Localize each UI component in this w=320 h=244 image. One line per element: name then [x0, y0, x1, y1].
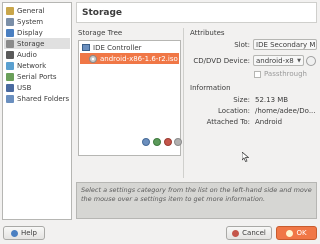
slot-select[interactable]: IDE Secondary M: [253, 39, 317, 50]
controller-icon: [82, 44, 90, 51]
help-icon: [11, 229, 19, 237]
add-attachment-icon[interactable]: [153, 138, 161, 146]
controller-label: IDE Controller: [93, 43, 142, 52]
slot-label: Slot:: [234, 41, 250, 49]
ok-button[interactable]: OK: [276, 226, 317, 240]
system-icon: [6, 17, 14, 26]
display-icon: [6, 28, 14, 37]
location-label: Location:: [218, 107, 250, 115]
ok-button-label: OK: [296, 229, 307, 237]
mouse-cursor-icon: [242, 152, 249, 162]
information-label: Information: [190, 84, 231, 92]
info-hint-text: Select a settings category from the list…: [81, 186, 312, 203]
location-value: /home/adee/Do...: [255, 107, 316, 115]
sidebar-item-label: Serial Ports: [17, 72, 57, 81]
sidebar-item-storage[interactable]: Storage: [4, 38, 70, 49]
sidebar-item-general[interactable]: General: [4, 5, 70, 16]
info-hint-box: Select a settings category from the list…: [76, 182, 317, 219]
sidebar-item-label: Shared Folders: [17, 94, 70, 103]
help-button[interactable]: Help: [3, 226, 45, 240]
cancel-icon: [232, 229, 240, 237]
help-button-label: Help: [21, 229, 37, 237]
choose-disk-icon[interactable]: [306, 56, 316, 66]
cd-dvd-device-value: android-x8: [256, 56, 294, 65]
serial-ports-icon: [6, 72, 14, 81]
optical-disc-icon: [89, 54, 97, 63]
attributes-label: Attributes: [190, 29, 225, 37]
page-title: Storage: [82, 7, 123, 18]
panel-divider: [183, 28, 184, 178]
usb-icon: [6, 83, 14, 92]
sidebar-item-label: USB: [17, 83, 32, 92]
tree-item-iso-attachment[interactable]: android-x86-1.6-r2.iso: [80, 53, 179, 64]
sidebar-item-usb[interactable]: USB: [4, 82, 70, 93]
settings-sidebar: General System Display Storage Audio Net…: [2, 2, 72, 220]
tree-item-ide-controller[interactable]: IDE Controller: [82, 42, 142, 53]
page-header: Storage: [76, 2, 317, 23]
storage-icon: [6, 39, 14, 48]
network-icon: [6, 61, 14, 70]
add-controller-icon[interactable]: [142, 138, 150, 146]
attachment-label: android-x86-1.6-r2.iso: [100, 54, 178, 63]
size-label: Size:: [233, 96, 250, 104]
cancel-button[interactable]: Cancel: [226, 226, 272, 240]
size-value: 52.13 MB: [255, 96, 289, 104]
storage-tree-label: Storage Tree: [78, 29, 123, 37]
slot-value: IDE Secondary M: [256, 40, 316, 49]
sidebar-item-label: General: [17, 6, 45, 15]
remove-controller-icon[interactable]: [174, 138, 182, 146]
sidebar-item-network[interactable]: Network: [4, 60, 70, 71]
passthrough-label: Passthrough: [264, 70, 307, 78]
sidebar-item-label: System: [17, 17, 44, 26]
sidebar-item-serial-ports[interactable]: Serial Ports: [4, 71, 70, 82]
sidebar-item-audio[interactable]: Audio: [4, 49, 70, 60]
sidebar-item-label: Audio: [17, 50, 37, 59]
sidebar-item-shared-folders[interactable]: Shared Folders: [4, 93, 70, 104]
chevron-down-icon: ▼: [297, 58, 301, 64]
sidebar-item-label: Storage: [17, 39, 45, 48]
sidebar-item-label: Display: [17, 28, 43, 37]
cd-dvd-device-label: CD/DVD Device:: [193, 57, 250, 65]
cancel-button-label: Cancel: [242, 229, 266, 237]
ok-icon: [286, 229, 294, 237]
cd-dvd-device-select[interactable]: android-x8 ▼: [253, 55, 304, 66]
sidebar-item-system[interactable]: System: [4, 16, 70, 27]
passthrough-checkbox[interactable]: [254, 71, 261, 78]
remove-attachment-icon[interactable]: [164, 138, 172, 146]
audio-icon: [6, 50, 14, 59]
sidebar-item-display[interactable]: Display: [4, 27, 70, 38]
sidebar-item-label: Network: [17, 61, 47, 70]
attached-to-label: Attached To:: [206, 118, 250, 126]
shared-folders-icon: [6, 94, 14, 103]
attached-to-value: Android: [255, 118, 283, 126]
storage-tree: IDE Controller android-x86-1.6-r2.iso: [78, 40, 182, 156]
general-icon: [6, 6, 14, 15]
